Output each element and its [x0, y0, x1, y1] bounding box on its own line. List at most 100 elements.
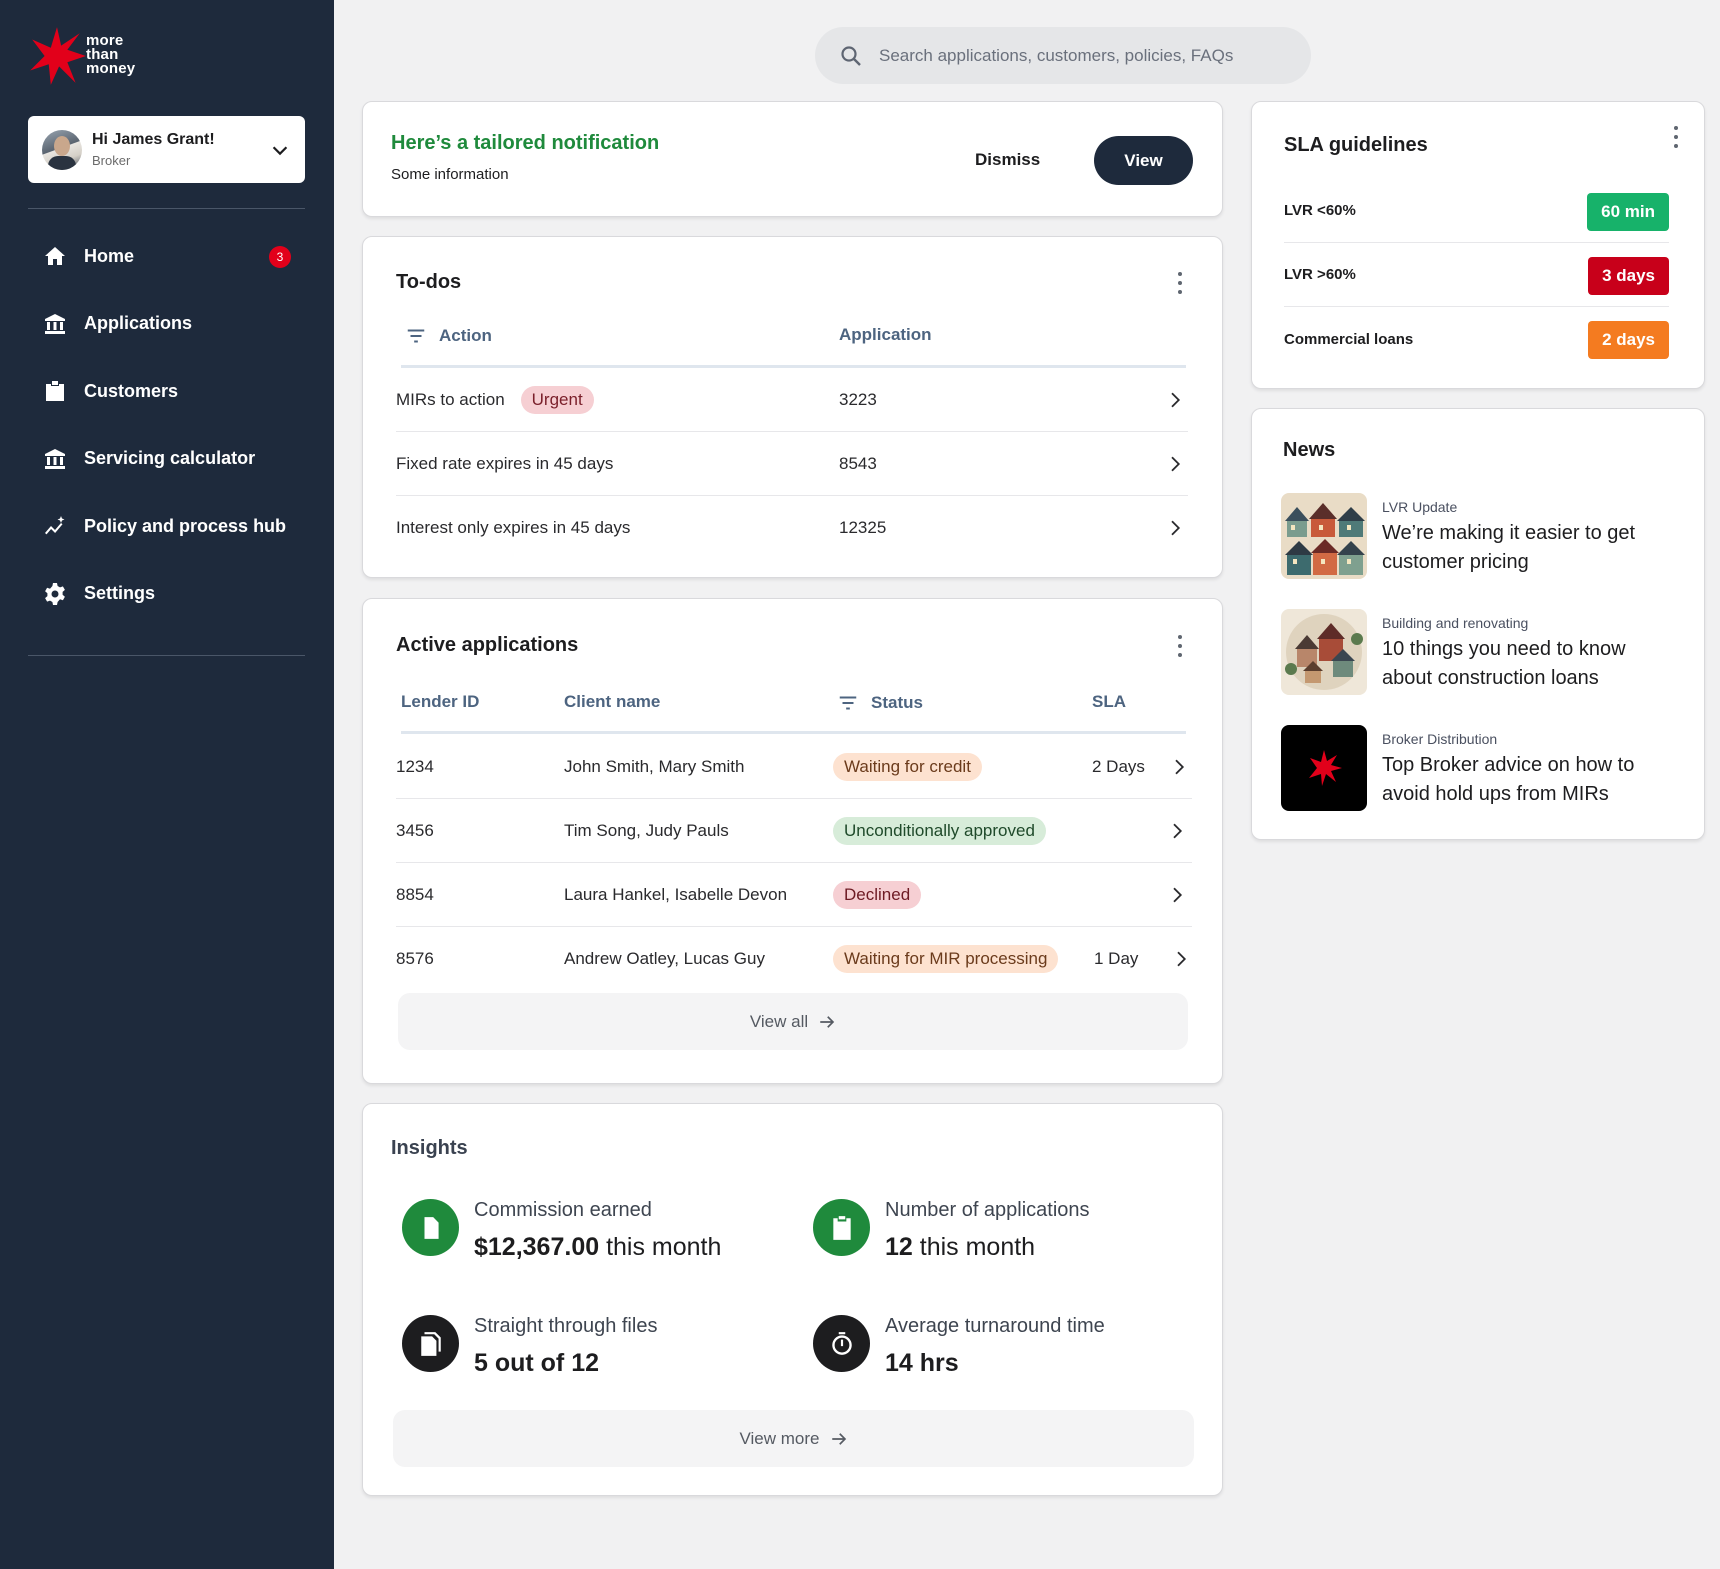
todos-card: To-dos Action Application MIRs to action… — [362, 236, 1223, 578]
sidebar-divider — [28, 208, 305, 209]
notification-badge: 3 — [269, 246, 291, 268]
sidebar-item-home[interactable]: Home 3 — [28, 236, 305, 276]
news-item[interactable]: LVR Update We’re making it easier to get… — [1281, 493, 1681, 581]
sla-row: LVR >60% 3 days — [1284, 243, 1669, 307]
chevron-right-icon — [1168, 863, 1186, 926]
sla-guidelines-card: SLA guidelines LVR <60% 60 min LVR >60% … — [1251, 101, 1705, 389]
chevron-right-icon — [1166, 368, 1184, 431]
logo-wordmark: more than money — [86, 32, 136, 77]
sla-badge: 3 days — [1588, 257, 1669, 295]
status-badge: Declined — [833, 880, 922, 909]
star-logo-icon — [1281, 725, 1367, 811]
news-category: Broker Distribution — [1382, 731, 1498, 747]
header-divider — [401, 731, 1186, 734]
table-row[interactable]: 3456 Tim Song, Judy Pauls Unconditionall… — [396, 799, 1192, 863]
insights-title: Insights — [391, 1137, 468, 1159]
table-row[interactable]: 1234 John Smith, Mary Smith Waiting for … — [396, 735, 1192, 799]
sla-badge: 2 days — [1588, 321, 1669, 359]
status-badge: Waiting for credit — [833, 752, 982, 781]
news-category: LVR Update — [1382, 499, 1458, 515]
brand-logo[interactable]: more than money — [26, 24, 135, 88]
news-title: News — [1283, 439, 1336, 461]
sla-row: Commercial loans 2 days — [1284, 307, 1669, 371]
files-icon — [402, 1315, 459, 1372]
header-status[interactable]: Status — [837, 692, 923, 714]
sla-badge: 60 min — [1587, 193, 1669, 231]
notification-title: Here’s a tailored notification — [391, 132, 660, 154]
table-row[interactable]: 8854 Laura Hankel, Isabelle Devon Declin… — [396, 863, 1192, 927]
table-row[interactable]: 8576 Andrew Oatley, Lucas Guy Waiting fo… — [396, 927, 1192, 991]
stopwatch-icon — [813, 1315, 870, 1372]
table-row[interactable]: Fixed rate expires in 45 days 8543 — [396, 432, 1188, 496]
insights-card: Insights Commission earned $12,367.00 th… — [362, 1103, 1223, 1496]
chevron-right-icon — [1166, 432, 1184, 495]
notification-text: Some information — [391, 166, 509, 183]
sparkle-chart-icon — [42, 513, 68, 539]
todos-more-menu[interactable] — [1175, 272, 1185, 294]
main-nav: Home 3 Applications Customers Servicing … — [28, 236, 305, 641]
sla-more-menu[interactable] — [1671, 126, 1681, 148]
sidebar-item-settings[interactable]: Settings — [28, 574, 305, 614]
bank-icon — [42, 311, 68, 337]
arrow-right-icon — [820, 1015, 835, 1028]
search-input[interactable] — [879, 45, 1279, 66]
village-illustration — [1281, 609, 1367, 695]
sidebar-item-applications[interactable]: Applications — [28, 304, 305, 344]
todos-title: To-dos — [396, 271, 462, 293]
view-all-button[interactable]: View all — [398, 993, 1188, 1050]
arrow-right-icon — [831, 1432, 846, 1445]
star-logo-icon — [30, 27, 86, 85]
search-icon — [841, 45, 861, 66]
view-button[interactable]: View — [1094, 136, 1193, 185]
bank-icon — [42, 446, 68, 472]
news-headline: Top Broker advice on how to avoid hold u… — [1382, 754, 1635, 805]
badge-icon — [42, 378, 68, 404]
chevron-right-icon — [1166, 496, 1184, 560]
dismiss-button[interactable]: Dismiss — [975, 150, 1040, 170]
news-headline: 10 things you need to know about constru… — [1382, 638, 1626, 689]
sla-row: LVR <60% 60 min — [1284, 179, 1669, 243]
dollar-document-icon — [402, 1199, 459, 1256]
sidebar-divider — [28, 655, 305, 656]
user-greeting: Hi James Grant! — [92, 131, 215, 148]
table-row[interactable]: MIRs to action Urgent 3223 — [396, 368, 1188, 432]
home-icon — [42, 243, 68, 269]
news-item[interactable]: Building and renovating 10 things you ne… — [1281, 609, 1681, 697]
header-lender-id: Lender ID — [401, 692, 480, 711]
avatar — [42, 129, 82, 170]
sla-title: SLA guidelines — [1284, 134, 1428, 156]
sidebar-item-policy-hub[interactable]: Policy and process hub — [28, 506, 305, 546]
view-more-button[interactable]: View more — [393, 1410, 1194, 1467]
sidebar-item-servicing-calculator[interactable]: Servicing calculator — [28, 439, 305, 479]
clipboard-icon — [813, 1199, 870, 1256]
user-menu[interactable]: Hi James Grant! Broker — [28, 116, 305, 183]
status-badge: Waiting for MIR processing — [833, 945, 1059, 973]
active-applications-card: Active applications Lender ID Client nam… — [362, 598, 1223, 1084]
applications-more-menu[interactable] — [1175, 635, 1185, 657]
gear-icon — [42, 581, 68, 607]
sidebar: more than money Hi James Grant! Broker H… — [0, 0, 334, 1569]
news-category: Building and renovating — [1382, 615, 1529, 631]
houses-illustration — [1281, 493, 1367, 579]
notification-card: Here’s a tailored notification Some info… — [362, 101, 1223, 217]
todos-header-application: Application — [839, 325, 932, 344]
status-badge: Unconditionally approved — [833, 816, 1046, 845]
active-applications-title: Active applications — [396, 634, 579, 656]
chevron-right-icon — [1168, 799, 1186, 862]
user-role: Broker — [92, 153, 131, 168]
search-bar — [815, 27, 1311, 84]
news-headline: We’re making it easier to get customer p… — [1382, 522, 1636, 573]
table-row[interactable]: Interest only expires in 45 days 12325 — [396, 496, 1188, 560]
news-card: News LVR Update We’re making it easier t… — [1251, 408, 1705, 840]
header-sla: SLA — [1092, 692, 1126, 711]
filter-icon — [839, 696, 857, 710]
news-item[interactable]: Broker Distribution Top Broker advice on… — [1281, 725, 1681, 813]
sidebar-item-customers[interactable]: Customers — [28, 371, 305, 411]
filter-icon — [407, 329, 425, 343]
urgent-tag: Urgent — [520, 385, 594, 414]
todos-header-action[interactable]: Action — [405, 325, 492, 347]
chevron-right-icon — [1170, 735, 1188, 798]
chevron-down-icon — [272, 145, 288, 155]
chevron-right-icon — [1172, 927, 1190, 991]
header-client-name: Client name — [564, 692, 661, 711]
